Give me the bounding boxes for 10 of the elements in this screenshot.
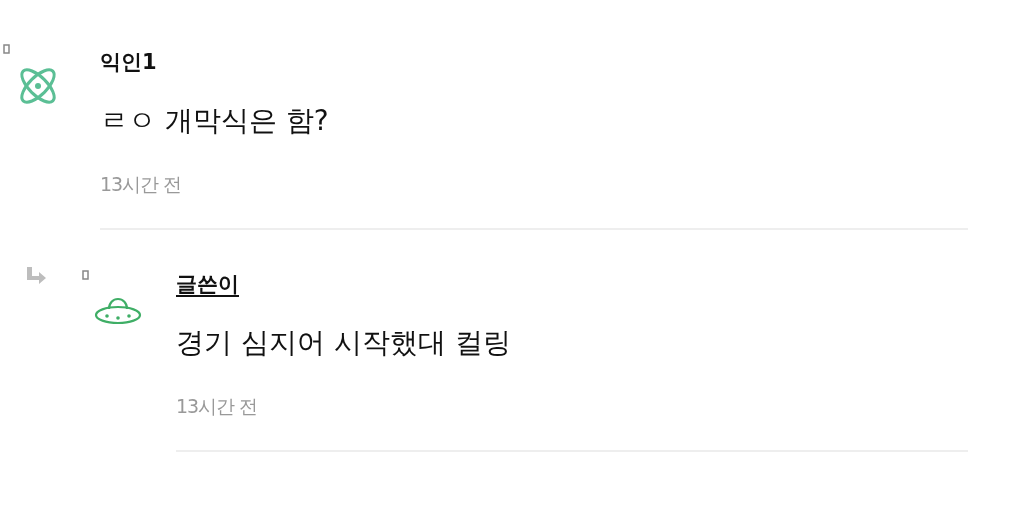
author-name[interactable]: 익인1 bbox=[100, 44, 157, 76]
ufo-icon bbox=[94, 296, 142, 326]
comment-text: 경기 심지어 시작했대 컬링 bbox=[176, 325, 511, 361]
comment-time: 13시간 전 bbox=[100, 172, 182, 197]
flag-icon bbox=[3, 44, 10, 54]
comment-text: ㄹㅇ 개막식은 함? bbox=[100, 103, 329, 139]
comment-time: 13시간 전 bbox=[176, 394, 258, 419]
reply-arrow-icon bbox=[25, 266, 47, 286]
flag-icon bbox=[82, 270, 89, 280]
author-name[interactable]: 글쓴이 bbox=[176, 266, 239, 298]
